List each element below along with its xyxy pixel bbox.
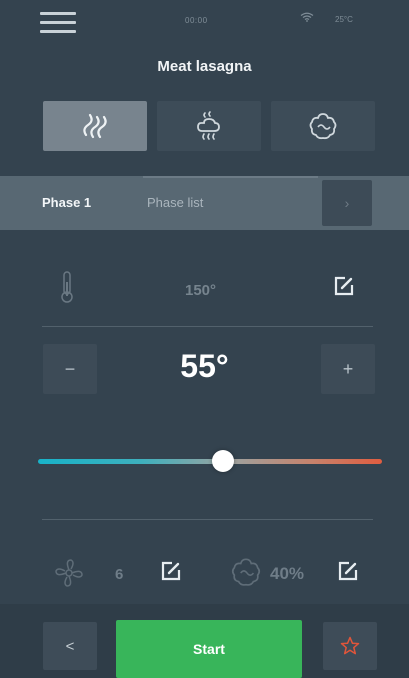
temperature-slider-track[interactable]: [38, 459, 382, 464]
tab-combi[interactable]: [271, 101, 375, 151]
phase-next-button[interactable]: ›: [322, 180, 372, 226]
menu-bar: [40, 21, 76, 24]
menu-button[interactable]: [40, 12, 76, 36]
page-title: Meat lasagna: [157, 58, 252, 75]
fan-speed-value: 6: [115, 566, 124, 583]
fan-icon: [52, 556, 86, 590]
wifi-icon: [300, 12, 314, 25]
divider: [42, 519, 373, 520]
favorite-button[interactable]: [323, 622, 377, 670]
temperature-slider-thumb[interactable]: [212, 450, 234, 472]
tab-phase-1[interactable]: Phase 1: [42, 195, 91, 210]
menu-bar: [40, 12, 76, 15]
phase-list-underline: [143, 176, 318, 178]
back-button[interactable]: <: [43, 622, 97, 670]
set-temperature: 150°: [185, 282, 217, 299]
chevron-right-icon: ›: [344, 195, 350, 211]
tab-convection[interactable]: [43, 101, 147, 151]
steam-icon: [197, 111, 220, 140]
thermometer-icon: [60, 270, 74, 309]
start-button[interactable]: Start: [116, 620, 302, 678]
humidity-icon: [228, 554, 264, 590]
status-temperature: 25°C: [335, 15, 353, 24]
star-icon: [340, 636, 360, 655]
edit-humidity-button[interactable]: [337, 560, 359, 582]
edit-temperature-button[interactable]: [333, 275, 355, 297]
increase-button[interactable]: +: [321, 344, 375, 394]
combi-icon: [309, 113, 337, 140]
status-time: 00:00: [185, 16, 208, 25]
edit-fan-speed-button[interactable]: [160, 560, 182, 582]
convection-heat-icon: [83, 113, 107, 139]
divider: [42, 326, 373, 327]
edit-icon: [338, 561, 358, 581]
edit-icon: [334, 276, 354, 296]
tab-phase-list[interactable]: Phase list: [147, 195, 203, 210]
humidity-value: 40%: [270, 564, 305, 583]
tab-steam[interactable]: [157, 101, 261, 151]
edit-icon: [161, 561, 181, 581]
menu-bar: [40, 30, 76, 33]
